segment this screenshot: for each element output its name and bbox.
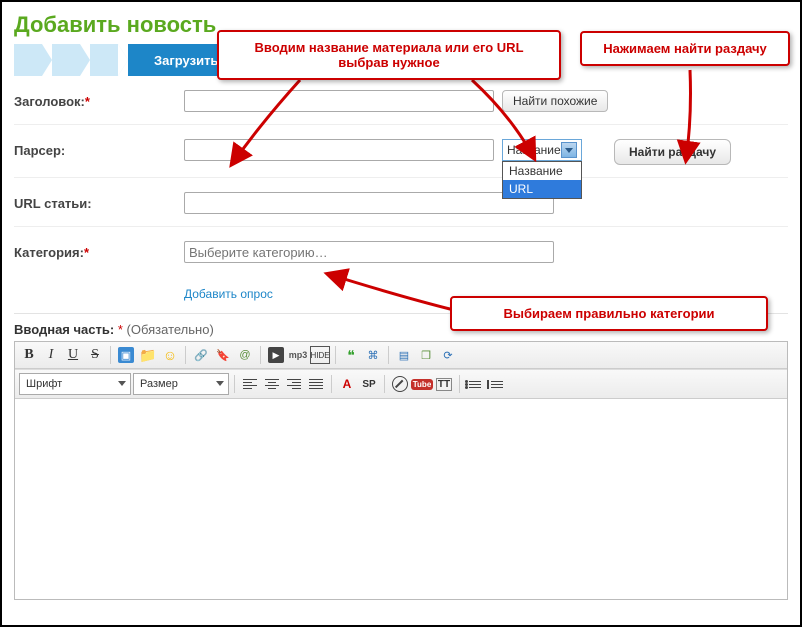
- media-button[interactable]: ▶: [266, 345, 286, 365]
- spoiler-button[interactable]: SP: [359, 374, 379, 394]
- tooltip-button[interactable]: TT: [434, 374, 454, 394]
- font-family-select[interactable]: Шрифт: [19, 373, 131, 395]
- bold-button[interactable]: B: [19, 345, 39, 365]
- hide-button[interactable]: HIDE: [310, 345, 330, 365]
- align-center-button[interactable]: [262, 374, 282, 394]
- title-input[interactable]: [184, 90, 494, 112]
- youtube-button[interactable]: Tube: [412, 374, 432, 394]
- underline-button[interactable]: U: [63, 345, 83, 365]
- parser-type-option-url[interactable]: URL: [503, 180, 581, 198]
- code-button[interactable]: ⌘: [363, 345, 383, 365]
- annotation-callout-1: Вводим название материала или его URL вы…: [217, 30, 561, 80]
- italic-button[interactable]: I: [41, 345, 61, 365]
- bullet-list-button[interactable]: [465, 374, 485, 394]
- category-input[interactable]: [184, 241, 554, 263]
- add-poll-link[interactable]: Добавить опрос: [184, 287, 273, 301]
- image-button[interactable]: ▣: [116, 345, 136, 365]
- article-url-input[interactable]: [184, 192, 554, 214]
- link-button[interactable]: 🔗: [191, 345, 211, 365]
- align-right-button[interactable]: [284, 374, 304, 394]
- anchor-button[interactable]: 🔖: [213, 345, 233, 365]
- number-list-button[interactable]: [487, 374, 507, 394]
- chevron-down-icon: [561, 142, 577, 158]
- parser-type-option-name[interactable]: Название: [503, 162, 581, 180]
- label-title: Заголовок:*: [14, 90, 184, 109]
- strike-button[interactable]: S: [85, 345, 105, 365]
- editor-textarea[interactable]: [15, 399, 787, 599]
- pagebreak-button[interactable]: ▤: [394, 345, 414, 365]
- annotation-arrow-icon: [328, 274, 454, 310]
- align-justify-button[interactable]: [306, 374, 326, 394]
- wizard-step-1[interactable]: [14, 44, 42, 76]
- parser-type-current: Название: [507, 143, 561, 157]
- mp3-button[interactable]: mp3: [288, 345, 308, 365]
- leaf-button[interactable]: ❒: [416, 345, 436, 365]
- text-color-button[interactable]: A: [337, 374, 357, 394]
- label-url: URL статьи:: [14, 192, 184, 211]
- annotation-callout-2: Нажимаем найти раздачу: [580, 31, 790, 66]
- editor-toolbar-1: B I U S ▣ 📁 ☺ 🔗 🔖 @ ▶ mp3 HIDE ❝ ⌘ ▤ ❒ ⟳: [15, 342, 787, 369]
- email-button[interactable]: @: [235, 345, 255, 365]
- file-button[interactable]: 📁: [138, 345, 158, 365]
- label-parser: Парсер:: [14, 139, 184, 158]
- annotation-callout-3: Выбираем правильно категории: [450, 296, 768, 331]
- parser-type-select[interactable]: Название Название URL: [502, 139, 582, 161]
- label-category: Категория:*: [14, 241, 184, 260]
- wizard-step-3[interactable]: [90, 44, 118, 76]
- unlink-button[interactable]: ⟳: [438, 345, 458, 365]
- noformat-button[interactable]: [390, 374, 410, 394]
- parser-input[interactable]: [184, 139, 494, 161]
- emoji-button[interactable]: ☺: [160, 345, 180, 365]
- wizard-step-2[interactable]: [52, 44, 80, 76]
- parser-type-dropdown: Название URL: [502, 161, 582, 199]
- font-size-select[interactable]: Размер: [133, 373, 229, 395]
- align-left-button[interactable]: [240, 374, 260, 394]
- quote-button[interactable]: ❝: [341, 345, 361, 365]
- rich-text-editor: B I U S ▣ 📁 ☺ 🔗 🔖 @ ▶ mp3 HIDE ❝ ⌘ ▤ ❒ ⟳…: [14, 341, 788, 600]
- editor-toolbar-2: Шрифт Размер A SP Tube TT: [15, 369, 787, 399]
- find-torrent-button[interactable]: Найти раздачу: [614, 139, 731, 165]
- find-similar-button[interactable]: Найти похожие: [502, 90, 608, 112]
